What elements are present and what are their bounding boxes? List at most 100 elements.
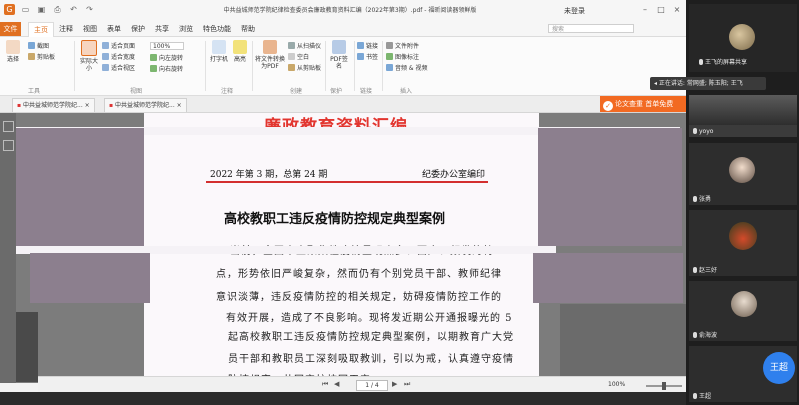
tab-features[interactable]: 特色功能 [198, 22, 236, 36]
participant-label: yoyo [693, 128, 713, 135]
ribbon-divider [354, 41, 355, 91]
image-annotation-button[interactable]: 图像标注 [386, 52, 419, 61]
media-icon [386, 64, 393, 71]
prev-page-icon[interactable]: ◀ [334, 380, 339, 388]
fit-page-button[interactable]: 适合页面 [102, 41, 135, 50]
mic-icon [693, 128, 697, 134]
speaking-notice: ◂ 正在讲话: 常网盛; 陈玉阳; 王飞 [650, 77, 766, 90]
fit-width-button[interactable]: 适合宽度 [102, 52, 135, 61]
participant-name-avatar[interactable]: 王超 [763, 352, 795, 384]
file-menu-button[interactable]: 文件 [0, 22, 21, 36]
editor-credit: 纪委办公室编印 [422, 170, 486, 180]
redo-icon[interactable]: ↷ [84, 4, 95, 15]
blank-page-button[interactable]: 空白 [288, 52, 309, 61]
close-icon[interactable]: × [672, 4, 682, 15]
convert-to-pdf-button[interactable]: 将文件转换为PDF [255, 40, 285, 70]
select-tool-button[interactable]: 选择 [2, 40, 24, 63]
group-tools-label: 工具 [28, 88, 41, 95]
open-icon[interactable]: ▭ [20, 4, 31, 15]
mic-icon [693, 196, 697, 202]
tab-form[interactable]: 表单 [102, 22, 126, 36]
rotate-right-icon [150, 65, 157, 72]
body-line: 员干部和教职员工深刻吸取教训，引以为戒，认真遵守疫情 [228, 354, 514, 365]
pdf-sign-button[interactable]: PDF签名 [328, 40, 350, 70]
participant-video-tile[interactable]: 张勇 [689, 143, 797, 205]
next-page-icon[interactable]: ▶ [392, 380, 397, 388]
participant-avatar [731, 291, 757, 317]
minimize-icon[interactable]: – [640, 4, 650, 15]
sharing-label: 王飞的屏幕共享 [699, 57, 747, 66]
from-scanner-button[interactable]: 从扫描仪 [288, 41, 321, 50]
tab-share[interactable]: 共享 [150, 22, 174, 36]
sharer-avatar [729, 24, 755, 50]
bookmark-button[interactable]: 书签 [357, 52, 378, 61]
fit-visible-icon [102, 64, 109, 71]
audio-video-button[interactable]: 音频 & 视频 [386, 63, 428, 72]
maximize-icon[interactable]: □ [656, 4, 666, 15]
ribbon-divider [205, 41, 206, 91]
tab-browse[interactable]: 浏览 [174, 22, 198, 36]
paperclip-icon [386, 42, 393, 49]
zoom-slider-handle[interactable] [662, 382, 666, 390]
document-tab[interactable]: ▪ 中共益城师范学院纪... × [12, 98, 95, 112]
page-number-input[interactable]: 1 / 4 [356, 380, 388, 391]
typewriter-button[interactable]: 打字机 [208, 40, 230, 63]
actual-size-button[interactable]: 实际大小 [78, 40, 100, 72]
app-logo-icon[interactable]: G [4, 4, 15, 15]
participant-video-tile[interactable]: 赵三好 [689, 210, 797, 276]
body-line: 意识淡薄，违反疫情防控的相关规定，妨碍疫情防控工作的 [216, 292, 502, 303]
participant-video-tile[interactable]: 俞海波 [689, 281, 797, 341]
typewriter-icon [212, 40, 226, 54]
rotate-right-button[interactable]: 向右旋转 [150, 64, 183, 73]
tab-view[interactable]: 视图 [78, 22, 102, 36]
ribbon-divider [382, 41, 383, 91]
body-line: 点，形势依旧严峻复杂，然而仍有个别党员干部、教师纪律 [216, 269, 502, 280]
bookmark-icon [357, 53, 364, 60]
document-tab[interactable]: ▪ 中共益城师范学院纪... × [104, 98, 187, 112]
screenshot-button[interactable]: 截图 [28, 41, 49, 50]
menu-bar: 文件 主页 注释 视图 表单 保护 共享 浏览 特色功能 帮助 搜索 [0, 22, 686, 37]
clipboard-button[interactable]: 剪贴板 [28, 52, 55, 61]
issue-number: 2022 年第 3 期，总第 24 期 [210, 170, 328, 180]
pdf-file-icon: ▪ [17, 102, 22, 109]
print-icon[interactable]: ⎙ [52, 4, 63, 15]
last-page-icon[interactable]: ⏭ [404, 380, 410, 389]
bookmark-panel-icon[interactable] [2, 140, 14, 151]
from-clipboard-button[interactable]: 从剪贴板 [288, 63, 321, 72]
ribbon-divider [252, 41, 253, 91]
clipboard-icon [28, 53, 35, 60]
rotate-left-icon [150, 54, 157, 61]
ribbon-divider [74, 41, 75, 91]
highlight-icon [233, 40, 247, 54]
file-attachment-button[interactable]: 文件附件 [386, 41, 419, 50]
search-input[interactable]: 搜索 [548, 24, 634, 33]
tab-comment[interactable]: 注释 [54, 22, 78, 36]
mic-icon [693, 267, 697, 273]
plagiarism-check-promo[interactable]: ✓ 论文查重 首单免费 [600, 96, 686, 112]
screen-share-tile[interactable]: 王飞的屏幕共享 [689, 4, 797, 72]
link-icon [357, 42, 364, 49]
body-line: 起高校教职工违反疫情防控规定典型案例，以期教育广大党 [228, 332, 514, 343]
login-status[interactable]: 未登录 [564, 6, 585, 16]
highlight-button[interactable]: 高亮 [229, 40, 251, 63]
ribbon-tabs: 主页 注释 视图 表单 保护 共享 浏览 特色功能 帮助 [28, 22, 260, 37]
first-page-icon[interactable]: ⏮ [322, 380, 328, 389]
participant-video-tile[interactable]: yoyo [689, 95, 797, 137]
fit-page-icon [102, 42, 109, 49]
fit-visible-button[interactable]: 适合视区 [102, 63, 135, 72]
rotate-left-button[interactable]: 向左旋转 [150, 53, 183, 62]
undo-icon[interactable]: ↶ [68, 4, 79, 15]
close-tab-icon[interactable]: × [177, 102, 182, 109]
body-line: 有效开展，造成了不良影响。现将发近期公开通报曝光的 5 [226, 313, 513, 324]
red-divider [206, 181, 488, 183]
zoom-select[interactable]: 100% [150, 42, 184, 50]
close-tab-icon[interactable]: × [85, 102, 90, 109]
render-artifact [533, 253, 683, 303]
save-icon[interactable]: ▣ [36, 4, 47, 15]
tab-help[interactable]: 帮助 [236, 22, 260, 36]
tab-protect[interactable]: 保护 [126, 22, 150, 36]
ribbon-toolbar: 选择 截图 剪贴板 工具 实际大小 适合页面 适合宽度 适合视区 100% 向左… [0, 37, 686, 96]
tab-home[interactable]: 主页 [28, 22, 54, 37]
link-button[interactable]: 链接 [357, 41, 378, 50]
thumbnail-icon[interactable] [2, 121, 14, 132]
